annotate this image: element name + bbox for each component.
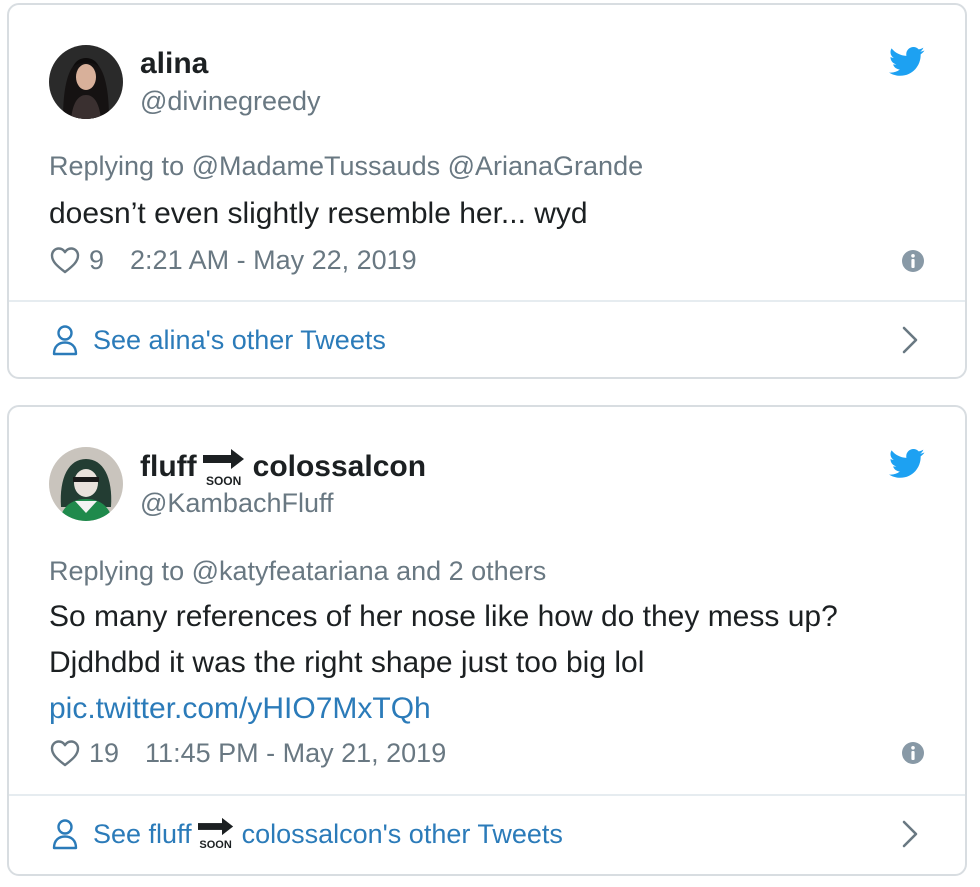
display-name-part: fluff — [140, 449, 197, 483]
like-count: 19 — [89, 737, 120, 768]
tweet-card: alina @divinegreedy Replying to @MadameT… — [7, 3, 967, 379]
soon-arrow-icon: SOON — [201, 448, 247, 488]
chevron-right-icon[interactable] — [901, 324, 919, 356]
info-icon[interactable] — [901, 249, 925, 273]
footer-link-text[interactable]: See fluff — [93, 819, 192, 850]
soon-label: SOON — [199, 839, 232, 851]
see-other-tweets-link[interactable]: See fluff SOON colossalcon's other Tweets — [9, 796, 965, 872]
tweet-text: So many references of her nose like how … — [49, 594, 929, 732]
twitter-bird-icon[interactable] — [889, 449, 925, 479]
media-link[interactable]: pic.twitter.com/yHIO7MxTQh — [49, 692, 431, 725]
tweet-meta: 9 2:21 AM - May 22, 2019 — [49, 242, 417, 278]
tweet-text-line: So many references of her nose like how … — [49, 600, 838, 633]
user-handle[interactable]: @KambachFluff — [140, 487, 334, 519]
like-count: 9 — [89, 244, 105, 275]
display-name[interactable]: fluff SOON colossalcon — [140, 448, 426, 488]
avatar[interactable] — [49, 447, 123, 521]
tweet-meta: 19 11:45 PM - May 21, 2019 — [49, 735, 446, 771]
timestamp[interactable]: 11:45 PM - May 21, 2019 — [145, 738, 446, 769]
person-icon — [52, 325, 78, 356]
display-name[interactable]: alina — [140, 46, 208, 82]
avatar[interactable] — [49, 45, 123, 119]
chevron-right-icon[interactable] — [901, 818, 919, 850]
tweet-card: fluff SOON colossalcon @KambachFluff Reply… — [7, 405, 967, 876]
footer-link-text[interactable]: colossalcon's other Tweets — [242, 819, 563, 850]
heart-icon[interactable] — [49, 738, 81, 768]
heart-icon[interactable] — [49, 245, 81, 275]
twitter-bird-icon[interactable] — [889, 47, 925, 77]
footer-link-text[interactable]: See alina's other Tweets — [93, 325, 386, 356]
see-other-tweets-link[interactable]: See alina's other Tweets — [9, 302, 965, 378]
tweet-text: doesn’t even slightly resemble her... wy… — [49, 197, 588, 230]
user-handle[interactable]: @divinegreedy — [140, 85, 321, 117]
replying-to: Replying to @katyfeatariana and 2 others — [49, 556, 547, 586]
display-name-part: colossalcon — [252, 449, 427, 483]
info-icon[interactable] — [901, 741, 925, 765]
person-icon — [52, 819, 78, 850]
tweet-text-line: Djdhdbd it was the right shape just too … — [49, 646, 645, 679]
timestamp[interactable]: 2:21 AM - May 22, 2019 — [130, 245, 417, 276]
soon-arrow-icon: SOON — [196, 817, 236, 851]
replying-to: Replying to @MadameTussauds @ArianaGrand… — [49, 151, 644, 181]
